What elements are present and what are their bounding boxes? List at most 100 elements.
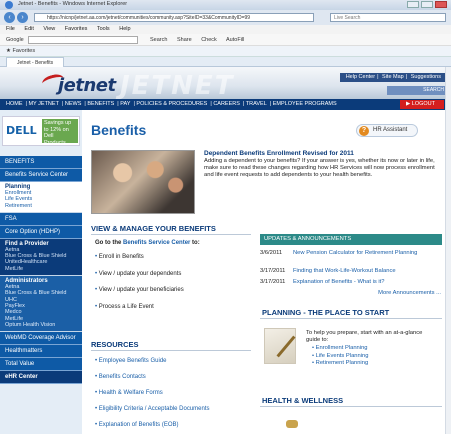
resource-link-forms[interactable]: Health & Welfare Forms xyxy=(95,390,245,406)
sidebar-item-provider-metlife[interactable]: MetLife xyxy=(5,266,77,272)
nav-my-jetnet[interactable]: MY JETNET xyxy=(28,101,58,107)
menu-file[interactable]: File xyxy=(6,26,15,32)
sidebar-item-service-center[interactable]: Benefits Service Center xyxy=(0,169,82,182)
sidebar-item-admin-optum[interactable]: Optum Health Vision xyxy=(5,322,77,328)
sidebar-item-healthmatters[interactable]: Healthmatters xyxy=(0,345,82,359)
menu-help[interactable]: Help xyxy=(119,26,130,32)
tab-jetnet-benefits[interactable]: Jetnet - Benefits xyxy=(6,57,65,67)
google-autofill-button[interactable]: AutoFill xyxy=(226,37,244,43)
resource-link-contacts[interactable]: Benefits Contacts xyxy=(95,374,245,390)
nav-pay[interactable]: PAY xyxy=(120,101,130,107)
page-title: Benefits xyxy=(91,122,147,138)
forward-icon[interactable]: › xyxy=(17,12,28,23)
divider xyxy=(91,350,251,351)
sidebar-item-ehr-center[interactable]: eHR Center xyxy=(0,371,82,385)
planning-heading: PLANNING - THE PLACE TO START xyxy=(262,308,390,317)
dell-logo: DELL xyxy=(6,124,37,137)
address-input[interactable]: https://nicnp/jetnet.aa.com/jetnet/commu… xyxy=(34,13,314,22)
goto-text: Go to the Benefits Service Center to: xyxy=(95,240,200,246)
view-manage-list: Enroll in Benefits View / update your de… xyxy=(95,254,245,320)
address-bar-row: ‹ › https://nicnp/jetnet.aa.com/jetnet/c… xyxy=(0,10,451,25)
nav-employee-programs[interactable]: EMPLOYEE PROGRAMS xyxy=(273,101,337,107)
window-titlebar: Jetnet - Benefits - Windows Internet Exp… xyxy=(0,0,451,10)
menu-edit[interactable]: Edit xyxy=(24,26,33,32)
top-links: Help Center | Site Map | Suggestions xyxy=(339,73,447,82)
menu-bar: File Edit View Favorites Tools Help xyxy=(0,25,451,34)
nav-home[interactable]: HOME xyxy=(6,101,23,107)
list-item: Process a Life Event xyxy=(95,304,245,321)
update-link[interactable]: New Pension Calculator for Retirement Pl… xyxy=(293,250,441,257)
resources-heading: RESOURCES xyxy=(91,340,139,349)
site-map-link[interactable]: Site Map xyxy=(382,74,404,80)
resource-link-eob[interactable]: Explanation of Benefits (EOB) xyxy=(95,422,245,434)
sidebar-item-benefits[interactable]: BENEFITS xyxy=(0,156,82,169)
more-announcements-link[interactable]: More Announcements ... xyxy=(378,290,441,296)
resources-list: Employee Benefits Guide Benefits Contact… xyxy=(95,358,245,434)
question-icon: ? xyxy=(359,126,369,136)
sidebar-group-find-provider: Find a Provider Aetna Blue Cross & Blue … xyxy=(0,238,82,277)
sidebar-item-admin-bcbs[interactable]: Blue Cross & Blue Shield xyxy=(5,290,77,296)
update-link[interactable]: Finding that Work-Life-Workout Balance xyxy=(293,268,441,275)
sidebar-item-total-value[interactable]: Total Value xyxy=(0,358,82,372)
tab-strip: Jetnet - Benefits xyxy=(0,57,451,67)
retirement-planning-link[interactable]: Retirement Planning xyxy=(312,360,369,368)
dell-ad-text: Savings up to 12% on Dell Products xyxy=(42,119,78,146)
logout-button[interactable]: ▶ LOGOUT xyxy=(400,100,444,109)
maximize-icon[interactable] xyxy=(421,1,433,8)
nav-travel[interactable]: TRAVEL xyxy=(246,101,267,107)
menu-favorites[interactable]: Favorites xyxy=(65,26,88,32)
update-date: 3/6/2011 xyxy=(260,250,283,256)
favorites-bar: ★ Favorites xyxy=(0,46,451,57)
close-icon[interactable] xyxy=(435,1,447,8)
help-center-link[interactable]: Help Center xyxy=(346,74,375,80)
nav-news[interactable]: NEWS xyxy=(65,101,82,107)
favorites-button[interactable]: Favorites xyxy=(12,48,35,54)
back-icon[interactable]: ‹ xyxy=(4,12,15,23)
live-search-input[interactable]: Live Search xyxy=(330,13,446,22)
list-item: View / update your dependents xyxy=(95,271,245,288)
enrollment-planning-link[interactable]: Enrollment Planning xyxy=(312,345,369,353)
google-share-button[interactable]: Share xyxy=(177,37,192,43)
sidebar-group-planning: Planning Enrollment Life Events Retireme… xyxy=(0,182,82,213)
pen-paper-image xyxy=(264,328,296,364)
divider xyxy=(91,234,251,235)
dell-ad[interactable]: DELL Savings up to 12% on Dell Products xyxy=(2,116,80,146)
life-events-planning-link[interactable]: Life Events Planning xyxy=(312,353,369,361)
google-search-button[interactable]: Search xyxy=(150,37,167,43)
suggestions-link[interactable]: Suggestions xyxy=(411,74,441,80)
sidebar-item-core-option[interactable]: Core Option (HDHP) xyxy=(0,225,82,239)
nav-policies[interactable]: POLICIES & PROCEDURES xyxy=(136,101,207,107)
window-title: Jetnet - Benefits - Windows Internet Exp… xyxy=(18,1,128,7)
site-header: JETNET jetnet Help Center | Site Map | Sug… xyxy=(0,67,451,101)
benefits-service-center-link[interactable]: Benefits Service Center xyxy=(123,240,190,246)
google-check-button[interactable]: Check xyxy=(201,37,217,43)
site-search-button[interactable]: SEARCH xyxy=(387,86,447,95)
family-photo xyxy=(91,150,195,214)
resource-link-guide[interactable]: Employee Benefits Guide xyxy=(95,358,245,374)
google-toolbar: Google Search Share Check AutoFill xyxy=(0,34,451,46)
menu-tools[interactable]: Tools xyxy=(97,26,110,32)
jetnet-logo[interactable]: jetnet xyxy=(40,72,116,96)
nav-benefits[interactable]: BENEFITS xyxy=(87,101,114,107)
nav-careers[interactable]: CAREERS xyxy=(213,101,240,107)
google-search-input[interactable] xyxy=(28,35,139,44)
sidebar-item-fsa[interactable]: FSA xyxy=(0,212,82,226)
planning-list: Enrollment Planning Life Events Planning… xyxy=(312,345,369,368)
sidebar-group-administrators: Administrators Aetna Blue Cross & Blue S… xyxy=(0,276,82,333)
menu-view[interactable]: View xyxy=(43,26,55,32)
star-icon[interactable]: ★ xyxy=(6,48,11,54)
ie-logo-icon xyxy=(5,1,13,9)
sidebar-item-retirement[interactable]: Retirement xyxy=(5,203,77,209)
page-scrollbar[interactable] xyxy=(445,67,451,434)
list-item: Enroll in Benefits xyxy=(95,254,245,271)
divider xyxy=(260,406,442,407)
sidebar-item-webmd[interactable]: WebMD Coverage Advisor xyxy=(0,332,82,346)
news-headline-link[interactable]: Dependent Benefits Enrollment Revised fo… xyxy=(204,150,354,157)
health-wellness-heading: HEALTH & WELLNESS xyxy=(262,396,344,405)
update-link[interactable]: Explanation of Benefits - What is it? xyxy=(293,279,441,286)
minimize-icon[interactable] xyxy=(407,1,419,8)
updates-heading: UPDATES & ANNOUNCEMENTS xyxy=(260,234,442,245)
hr-assistant-button[interactable]: ? HR Assistant xyxy=(356,124,418,137)
window-controls xyxy=(407,1,447,8)
resource-link-eligibility[interactable]: Eligibility Criteria / Acceptable Docume… xyxy=(95,406,245,422)
